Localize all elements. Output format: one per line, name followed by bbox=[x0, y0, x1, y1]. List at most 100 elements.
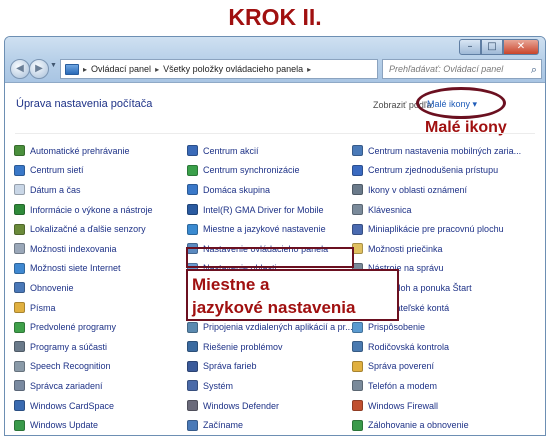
control-panel-item[interactable]: Windows CardSpace bbox=[14, 396, 184, 416]
annotation-highlight-box bbox=[186, 247, 354, 268]
control-panel-icon bbox=[65, 63, 79, 75]
breadcrumb-control-panel[interactable]: Ovládací panel bbox=[91, 64, 151, 74]
control-panel-item[interactable]: Správa farieb bbox=[187, 357, 357, 377]
control-panel-item-label: Správca zariadení bbox=[30, 380, 103, 391]
back-button[interactable]: ◀ bbox=[10, 59, 30, 79]
control-panel-item-label: Centrum nastavenia mobilných zaria... bbox=[368, 145, 522, 156]
control-panel-item[interactable]: Programy a súčasti bbox=[14, 337, 184, 357]
content-header: Úprava nastavenia počítača Zobraziť podľ… bbox=[5, 84, 545, 140]
callout-line-2: jazykové nastavenia bbox=[192, 298, 356, 317]
control-panel-item[interactable]: Predvolené programy bbox=[14, 317, 184, 337]
parental-icon bbox=[352, 341, 363, 353]
control-panel-item[interactable]: Písma bbox=[14, 298, 184, 318]
history-dropdown-icon[interactable]: ▼ bbox=[50, 62, 57, 69]
control-panel-item[interactable]: Systém bbox=[187, 376, 357, 396]
control-panel-item-label: Miniaplikácie pre pracovnú plochu bbox=[368, 224, 504, 235]
control-panel-item[interactable]: Informácie o výkone a nástroje bbox=[14, 200, 184, 220]
control-panel-item[interactable]: Rodičovská kontrola bbox=[352, 337, 522, 357]
control-panel-item[interactable]: Klávesnica bbox=[352, 200, 522, 220]
flag-icon bbox=[187, 145, 198, 157]
personalize-icon bbox=[352, 321, 363, 333]
navigation-bar: ◀ ▶ ▼ ▸ Ovládací panel ▸ Všetky položky … bbox=[8, 58, 544, 80]
control-panel-item[interactable]: Intel(R) GMA Driver for Mobile bbox=[187, 200, 357, 220]
control-panel-item[interactable]: Speech Recognition bbox=[14, 357, 184, 377]
control-panel-item[interactable]: Zvuk bbox=[187, 435, 357, 436]
fonts-icon bbox=[14, 302, 25, 314]
system-icon bbox=[187, 380, 198, 392]
control-panel-item-label: Ikony v oblasti oznámení bbox=[368, 184, 468, 195]
control-panel-item[interactable]: Zariadenia a tlačiarne bbox=[14, 435, 184, 436]
search-icon[interactable]: ⌕ bbox=[531, 61, 537, 79]
maximize-button[interactable]: □ bbox=[481, 39, 503, 55]
forward-button[interactable]: ▶ bbox=[29, 59, 49, 79]
getting-started-icon bbox=[187, 419, 198, 431]
control-panel-item-label: Dátum a čas bbox=[30, 184, 81, 195]
control-panel-item[interactable]: Windows Firewall bbox=[352, 396, 522, 416]
minimize-button[interactable]: – bbox=[459, 39, 481, 55]
control-panel-item-label: Windows Defender bbox=[203, 400, 280, 411]
control-panel-item[interactable]: Riešenie problémov bbox=[187, 337, 357, 357]
breadcrumb-separator-icon[interactable]: ▸ bbox=[155, 65, 159, 74]
control-panel-item[interactable]: Správca zariadení bbox=[14, 376, 184, 396]
control-panel-item-label: Programy a súčasti bbox=[30, 341, 108, 352]
control-panel-item[interactable]: Telefón a modem bbox=[352, 376, 522, 396]
search-placeholder: Prehľadávať: Ovládací panel bbox=[389, 64, 504, 74]
control-panel-item[interactable]: Automatické prehrávanie bbox=[14, 141, 184, 161]
control-panel-item[interactable]: Windows Update bbox=[14, 415, 184, 435]
control-panel-item[interactable]: Ikony v oblasti oznámení bbox=[352, 180, 522, 200]
window-frame: – □ ✕ ◀ ▶ ▼ ▸ Ovládací panel ▸ Všetky po… bbox=[5, 37, 545, 83]
control-panel-item-label: Lokalizačné a ďalšie senzory bbox=[30, 224, 146, 235]
control-panel-item[interactable]: Centrum nastavenia mobilných zaria... bbox=[352, 141, 522, 161]
mobility-icon bbox=[352, 145, 363, 157]
sync-icon bbox=[187, 164, 198, 176]
cardspace-icon bbox=[14, 400, 25, 412]
control-panel-item[interactable]: Správa poverení bbox=[352, 357, 522, 377]
divider bbox=[15, 133, 535, 134]
control-panel-item-label: Windows Update bbox=[30, 420, 99, 431]
callout-line-1: Miestne a bbox=[192, 275, 270, 294]
control-panel-item-label: Centrum sietí bbox=[30, 165, 84, 176]
control-panel-item-label: Možnosti siete Internet bbox=[30, 263, 121, 274]
phone-icon bbox=[352, 380, 363, 392]
clock-icon bbox=[14, 184, 25, 196]
control-panel-item[interactable]: Centrum sietí bbox=[14, 161, 184, 181]
control-panel-item-label: Riešenie problémov bbox=[203, 341, 283, 352]
control-panel-item[interactable]: Domáca skupina bbox=[187, 180, 357, 200]
globe-icon bbox=[187, 223, 198, 235]
control-panel-item-label: Speech Recognition bbox=[30, 361, 111, 372]
breadcrumb-all-items[interactable]: Všetky položky ovládacieho panela bbox=[163, 64, 303, 74]
troubleshoot-icon bbox=[187, 341, 198, 353]
control-panel-item[interactable]: Obnovenie bbox=[14, 278, 184, 298]
search-input[interactable]: Prehľadávať: Ovládací panel ⌕ bbox=[382, 59, 542, 79]
breadcrumb-separator-icon[interactable]: ▸ bbox=[83, 65, 87, 74]
sensor-icon bbox=[14, 223, 25, 235]
control-panel-item[interactable]: Zálohovanie a obnovenie bbox=[352, 415, 522, 435]
programs-icon bbox=[14, 341, 25, 353]
control-panel-item[interactable]: Windows Defender bbox=[187, 396, 357, 416]
breadcrumb-separator-icon[interactable]: ▸ bbox=[307, 65, 311, 74]
control-panel-item[interactable]: Centrum synchronizácie bbox=[187, 161, 357, 181]
control-panel-item[interactable]: Lokalizačné a ďalšie senzory bbox=[14, 219, 184, 239]
control-panel-item-label: Pripojenia vzdialených aplikácií a pr... bbox=[203, 322, 353, 333]
recovery-icon bbox=[14, 282, 25, 294]
control-panel-item[interactable]: Miestne a jazykové nastavenie bbox=[187, 219, 357, 239]
slide-title: KROK II. bbox=[228, 4, 322, 30]
control-panel-item-label: Prispôsobenie bbox=[368, 322, 426, 333]
defender-icon bbox=[187, 400, 198, 412]
close-button[interactable]: ✕ bbox=[503, 39, 539, 55]
remote-icon bbox=[187, 321, 198, 333]
control-panel-item[interactable]: Možnosti priečinka bbox=[352, 239, 522, 259]
control-panel-item-label: Telefón a modem bbox=[368, 380, 438, 391]
address-bar[interactable]: ▸ Ovládací panel ▸ Všetky položky ovláda… bbox=[60, 59, 429, 79]
microphone-icon bbox=[14, 360, 25, 372]
control-panel-item[interactable]: Dátum a čas bbox=[14, 180, 184, 200]
control-panel-item[interactable]: Začíname bbox=[187, 415, 357, 435]
backup-icon bbox=[352, 419, 363, 431]
control-panel-item[interactable]: Centrum zjednodušenia prístupu bbox=[352, 161, 522, 181]
control-panel-item-label: Správa farieb bbox=[203, 361, 257, 372]
control-panel-item[interactable]: Centrum akcií bbox=[187, 141, 357, 161]
control-panel-item[interactable]: Miniaplikácie pre pracovnú plochu bbox=[352, 219, 522, 239]
control-panel-item[interactable]: Možnosti indexovania bbox=[14, 239, 184, 259]
control-panel-window: – □ ✕ ◀ ▶ ▼ ▸ Ovládací panel ▸ Všetky po… bbox=[4, 36, 546, 436]
control-panel-item[interactable]: Možnosti siete Internet bbox=[14, 259, 184, 279]
